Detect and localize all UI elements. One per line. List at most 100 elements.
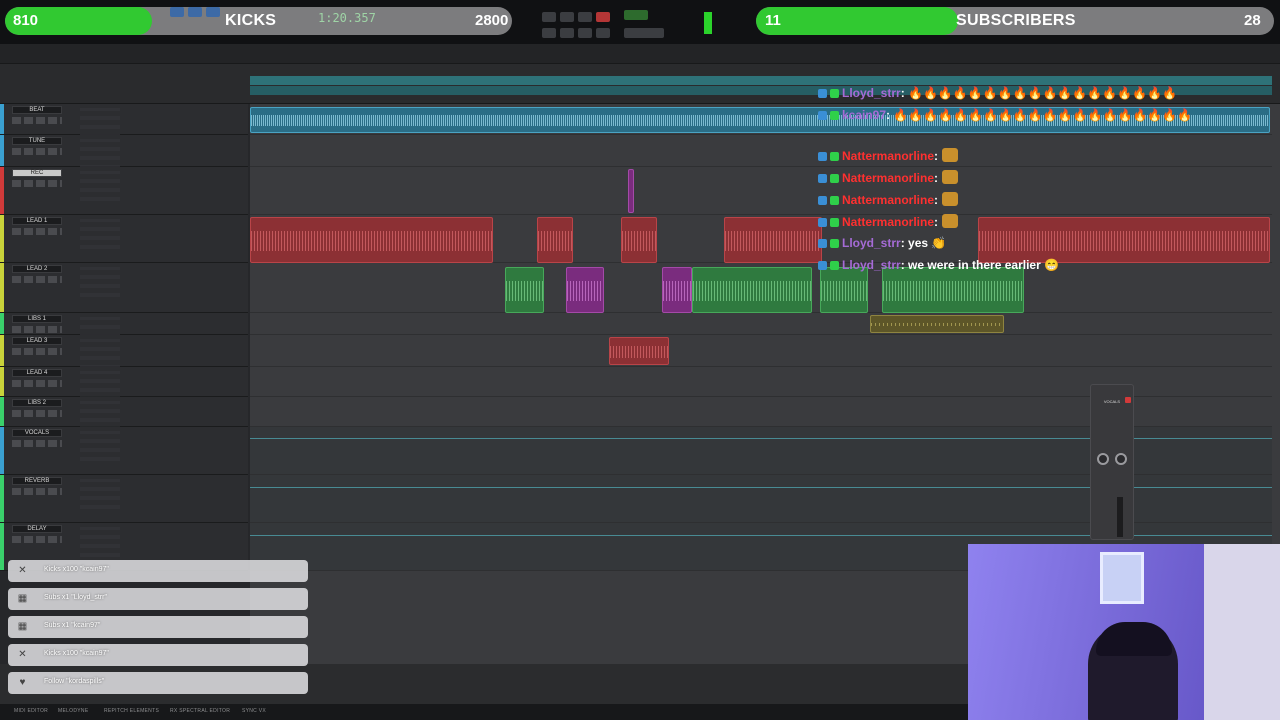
screen: 810 KICKS 2800 1:20.357 11 SUBSCRIBERS 2… [0, 0, 1280, 720]
track-solo-mute-buttons[interactable] [12, 180, 62, 187]
track-name[interactable]: LEAD 1 [12, 217, 62, 225]
bottom-tab[interactable]: REPITCH ELEMENTS [104, 708, 159, 714]
go-to-start-icon[interactable] [560, 28, 574, 38]
track-name[interactable]: REVERB [12, 477, 62, 485]
clip-lead2-d[interactable] [692, 267, 812, 313]
track-solo-mute-buttons[interactable] [12, 148, 62, 155]
chat-text: : [934, 149, 939, 163]
play-icon[interactable] [578, 12, 592, 22]
lane-libs-1[interactable] [250, 313, 1272, 335]
track-solo-mute-buttons[interactable] [12, 117, 62, 124]
track-header[interactable]: LIBS 2 [0, 397, 248, 431]
clip-lead1-b[interactable] [537, 217, 573, 263]
track-header[interactable]: REVERB [0, 475, 248, 523]
insert-slots[interactable] [80, 431, 120, 461]
track-solo-mute-buttons[interactable] [12, 326, 62, 333]
clip-lead1-a[interactable] [250, 217, 493, 263]
clip-lead2-c[interactable] [662, 267, 692, 313]
select-tool-icon[interactable] [206, 7, 220, 17]
go-to-end-icon[interactable] [596, 28, 610, 38]
insert-slots[interactable] [80, 219, 120, 249]
stream-alert: ✕ Kicks x100 "kcain97" [8, 560, 308, 582]
insert-slots[interactable] [80, 108, 120, 138]
clip-lead1-c[interactable] [621, 217, 657, 263]
reverb-plugin-window[interactable]: VOCALS [1090, 384, 1134, 540]
chat-badge-icon [830, 218, 839, 227]
track-name[interactable]: LIBS 2 [12, 399, 62, 407]
knob-left-icon[interactable] [1097, 453, 1109, 465]
track-name[interactable]: REC [12, 169, 62, 177]
chat-badge-icon [818, 261, 827, 270]
chat-username[interactable]: Nattermanorline [842, 149, 934, 163]
stream-alert: ▦ Subs x1 "Lloyd_strr" [8, 588, 308, 610]
track-solo-mute-buttons[interactable] [12, 536, 62, 543]
track-name[interactable]: VOCALS [12, 429, 62, 437]
track-color-strip [0, 397, 4, 426]
track-name[interactable]: BEAT [12, 106, 62, 114]
chat-emote-icon [942, 192, 959, 206]
chat-username[interactable]: Nattermanorline [842, 215, 934, 229]
track-color-strip [0, 167, 4, 214]
track-solo-mute-buttons[interactable] [12, 410, 62, 417]
chat-username[interactable]: Nattermanorline [842, 193, 934, 207]
track-name[interactable]: LEAD 3 [12, 337, 62, 345]
track-header[interactable]: REC [0, 167, 248, 215]
chat-username[interactable]: Lloyd_strr [842, 236, 901, 250]
track-solo-mute-buttons[interactable] [12, 348, 62, 355]
clip-lead2-b[interactable] [566, 267, 604, 313]
loop-icon[interactable] [542, 12, 556, 22]
insert-slots[interactable] [80, 527, 120, 557]
track-solo-mute-buttons[interactable] [12, 380, 62, 387]
fast-forward-icon[interactable] [578, 28, 592, 38]
track-solo-mute-buttons[interactable] [12, 440, 62, 447]
track-header[interactable]: LEAD 2 [0, 263, 248, 313]
track-header[interactable]: VOCALS [0, 427, 248, 475]
grab-tool-icon[interactable] [170, 7, 184, 17]
clip-lead1-d[interactable] [724, 217, 822, 263]
clip-libs1[interactable] [870, 315, 1004, 333]
track-solo-mute-buttons[interactable] [12, 276, 62, 283]
track-header[interactable]: LEAD 4 [0, 367, 248, 401]
bottom-tab[interactable]: SYNC VX [242, 708, 266, 714]
chat-badge-icon [818, 111, 827, 120]
record-icon[interactable] [596, 12, 610, 22]
bottom-tab[interactable]: MIDI EDITOR [14, 708, 48, 714]
track-header[interactable]: BEAT [0, 104, 248, 138]
track-solo-mute-buttons[interactable] [12, 488, 62, 495]
chat-username[interactable]: Lloyd_strr [842, 86, 901, 100]
track-name[interactable]: LEAD 2 [12, 265, 62, 273]
track-header[interactable]: LEAD 3 [0, 335, 248, 369]
insert-slots[interactable] [80, 139, 120, 169]
knob-right-icon[interactable] [1115, 453, 1127, 465]
webcam-cap [1096, 622, 1172, 656]
insert-slots[interactable] [80, 171, 120, 201]
chat-text: : yes 👏 [900, 236, 947, 250]
stop-icon[interactable] [560, 12, 574, 22]
insert-slots[interactable] [80, 479, 120, 509]
chat-username[interactable]: Lloyd_strr [842, 258, 901, 272]
insert-slots[interactable] [80, 267, 120, 297]
overview-strip [0, 44, 1280, 64]
track-header[interactable]: TUNE [0, 135, 248, 169]
chat-username[interactable]: kcain97 [842, 108, 886, 122]
clip-rec-marker[interactable] [628, 169, 634, 213]
track-name[interactable]: LEAD 4 [12, 369, 62, 377]
track-solo-mute-buttons[interactable] [12, 228, 62, 235]
trim-tool-icon[interactable] [188, 7, 202, 17]
count-off-indicator[interactable] [624, 10, 648, 20]
bottom-tab[interactable]: MELODYNE [58, 708, 88, 714]
track-name[interactable]: LIBS 1 [12, 315, 62, 323]
track-header[interactable]: LEAD 1 [0, 215, 248, 263]
lane-lead-3[interactable] [250, 335, 1272, 367]
insert-slots[interactable] [80, 339, 120, 369]
bottom-tab[interactable]: RX SPECTRAL EDITOR [170, 708, 230, 714]
clip-lead3[interactable] [609, 337, 669, 365]
webcam-feed [968, 544, 1280, 720]
track-name[interactable]: DELAY [12, 525, 62, 533]
track-header[interactable]: LIBS 1 [0, 313, 248, 347]
chat-username[interactable]: Nattermanorline [842, 171, 934, 185]
rewind-icon[interactable] [542, 28, 556, 38]
midi-merge-icon[interactable] [624, 28, 664, 38]
clip-lead2-a[interactable] [505, 267, 544, 313]
track-name[interactable]: TUNE [12, 137, 62, 145]
